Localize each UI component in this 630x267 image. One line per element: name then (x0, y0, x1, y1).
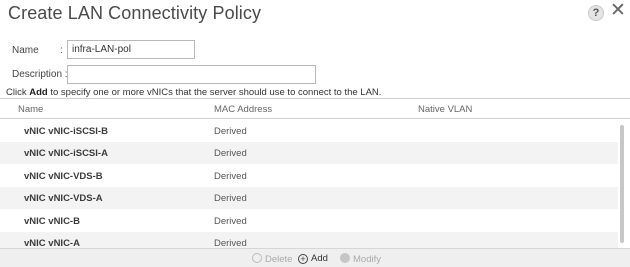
close-icon[interactable]: ✕ (610, 1, 626, 21)
modify-label: Modify (353, 254, 381, 265)
vnic-name-cell: vNIC vNIC-B (24, 216, 80, 227)
table-row[interactable]: vNIC vNIC-VDS-B Derived (0, 165, 618, 187)
column-header-mac-address[interactable]: MAC Address (214, 104, 272, 115)
table-scrollbar[interactable] (620, 125, 624, 243)
mac-address-cell: Derived (214, 193, 247, 204)
table-row[interactable]: vNIC vNIC-A Derived (0, 232, 618, 249)
description-input[interactable] (67, 65, 316, 84)
instruction-text: Click Add to specify one or more vNICs t… (6, 87, 381, 98)
description-label: Description : (12, 69, 68, 80)
dialog-title: Create LAN Connectivity Policy (8, 3, 262, 23)
vnic-table: Name MAC Address Native VLAN vNIC vNIC-i… (0, 98, 630, 249)
add-button[interactable]: + Add (298, 253, 328, 264)
add-label: Add (311, 253, 328, 264)
table-row[interactable]: vNIC vNIC-iSCSI-A Derived (0, 142, 618, 164)
mac-address-cell: Derived (214, 148, 247, 159)
table-row[interactable]: vNIC vNIC-B Derived (0, 210, 618, 232)
vnic-name-cell: vNIC vNIC-VDS-A (24, 193, 103, 204)
help-icon[interactable]: ? (588, 5, 604, 21)
delete-icon (252, 253, 262, 263)
mac-address-cell: Derived (214, 171, 247, 182)
mac-address-cell: Derived (214, 216, 247, 227)
column-header-name[interactable]: Name (18, 104, 43, 115)
name-input[interactable]: infra-LAN-pol (67, 40, 195, 59)
mac-address-cell: Derived (214, 126, 247, 137)
plus-icon: + (298, 254, 308, 264)
instruction-add-keyword: Add (29, 87, 48, 98)
table-row[interactable]: vNIC vNIC-VDS-A Derived (0, 187, 618, 209)
name-colon: : (60, 45, 63, 56)
delete-label: Delete (265, 254, 293, 265)
vnic-name-cell: vNIC vNIC-VDS-B (24, 171, 103, 182)
instruction-suffix: to specify one or more vNICs that the se… (47, 87, 382, 98)
name-label: Name (12, 45, 39, 56)
table-action-bar: Delete + Add Modify (0, 248, 630, 267)
info-icon (340, 253, 350, 263)
instruction-prefix: Click (6, 87, 30, 98)
vnic-name-cell: vNIC vNIC-iSCSI-B (24, 126, 108, 137)
table-header: Name MAC Address Native VLAN (0, 99, 630, 119)
modify-button[interactable]: Modify (340, 253, 381, 265)
vnic-name-cell: vNIC vNIC-iSCSI-A (24, 148, 108, 159)
column-header-native-vlan[interactable]: Native VLAN (418, 104, 472, 115)
delete-button[interactable]: Delete (252, 253, 292, 265)
table-row[interactable]: vNIC vNIC-iSCSI-B Derived (0, 120, 618, 142)
